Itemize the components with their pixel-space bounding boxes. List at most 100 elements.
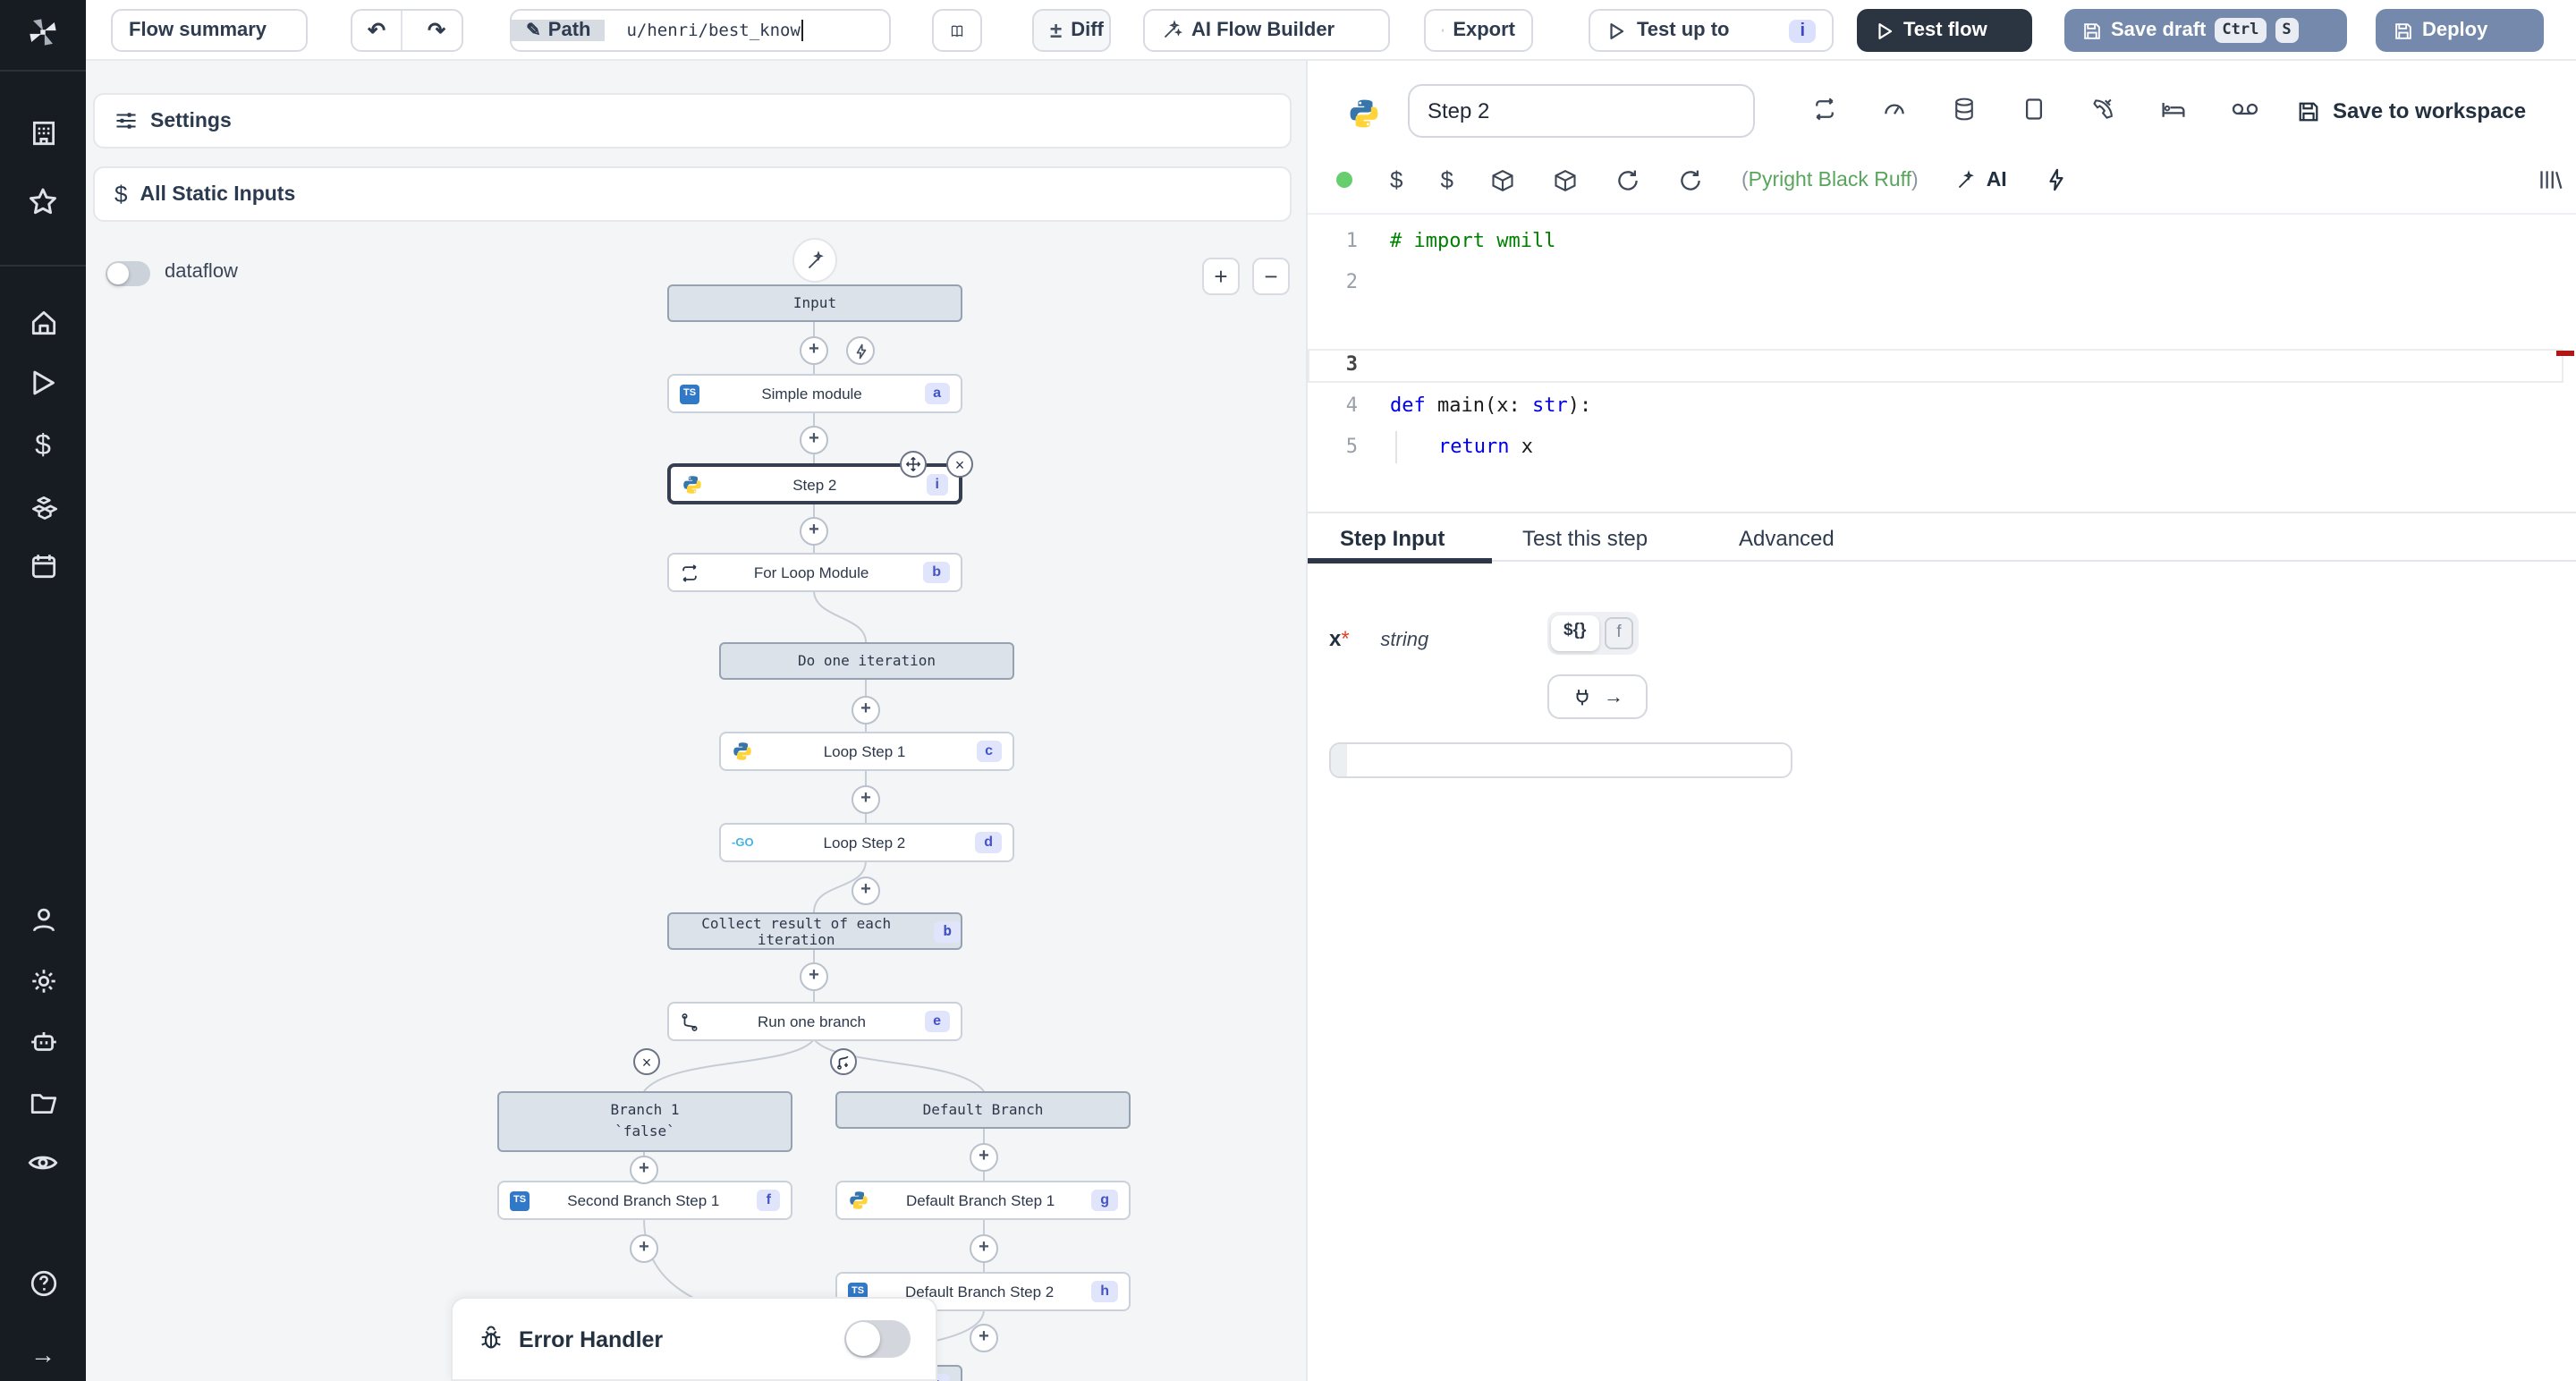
ai-flow-builder-button[interactable]: AI Flow Builder: [1143, 9, 1390, 52]
node-label: Simple module: [699, 385, 924, 402]
sidebar-item-audit-logs[interactable]: [0, 1138, 86, 1188]
tab-step-input[interactable]: Step Input: [1340, 526, 1445, 551]
sidebar-item-schedules[interactable]: [0, 540, 86, 590]
flow-node-branch-1[interactable]: Branch 1 `false`: [497, 1091, 792, 1152]
lint-paren: ): [1911, 169, 1919, 191]
error-handler-bar[interactable]: Error Handler: [451, 1297, 937, 1381]
diff-button[interactable]: ± Diff: [1032, 9, 1111, 52]
reload-icon[interactable]: [1679, 167, 1704, 192]
branch-icon: [680, 1012, 699, 1031]
flow-node-loop-step-2[interactable]: -GO Loop Step 2 d: [719, 823, 1014, 862]
connect-input-button[interactable]: →: [1547, 674, 1648, 719]
error-handler-toggle[interactable]: [844, 1320, 911, 1358]
python-icon: [1347, 97, 1381, 131]
path-input[interactable]: u/henri/best_know: [614, 20, 816, 41]
variables-icon[interactable]: $: [1440, 166, 1453, 193]
bolt-icon[interactable]: [2045, 168, 2068, 191]
sidebar-item-runs[interactable]: [0, 358, 86, 408]
suspend-phone-icon[interactable]: [2091, 97, 2116, 122]
path-label-section[interactable]: ✎ Path: [512, 20, 605, 41]
ai-assistant-button[interactable]: AI: [1956, 169, 2007, 191]
flow-node-run-one-branch[interactable]: Run one branch e: [667, 1002, 962, 1041]
save-icon: [2082, 21, 2102, 40]
add-step-button[interactable]: +: [630, 1156, 658, 1184]
lint-status[interactable]: (Pyright Black Ruff): [1741, 169, 1919, 191]
reload-icon[interactable]: [1616, 167, 1641, 192]
add-step-button[interactable]: +: [852, 785, 880, 814]
branch-add-icon: [835, 1054, 852, 1070]
flow-node-loop-step-1[interactable]: Loop Step 1 c: [719, 732, 1014, 771]
sleep-icon[interactable]: [2161, 97, 2186, 122]
code-editor[interactable]: 1 2 3 4 5 # import wmill def main(x: str…: [1308, 215, 2576, 512]
retries-icon[interactable]: [1812, 97, 1837, 122]
delete-step-button[interactable]: ×: [946, 451, 973, 478]
save-icon: [2394, 21, 2413, 40]
sidebar-item-workspace[interactable]: [0, 107, 86, 157]
add-step-button[interactable]: +: [800, 517, 828, 546]
dollar-icon: $: [35, 431, 51, 463]
flow-canvas[interactable]: Settings $ All Static Inputs dataflow + …: [86, 61, 1306, 1381]
docs-button[interactable]: [932, 9, 982, 52]
ai-wand-button[interactable]: [792, 238, 837, 283]
undo-button[interactable]: ↶: [352, 11, 402, 50]
redo-button[interactable]: ↷: [411, 11, 462, 50]
add-step-button[interactable]: +: [852, 877, 880, 905]
sidebar-item-folders[interactable]: [0, 1077, 86, 1127]
windmill-logo[interactable]: [0, 7, 86, 57]
add-step-button[interactable]: +: [630, 1234, 658, 1263]
assets-icon[interactable]: $: [1390, 166, 1402, 193]
flow-node-do-one-iteration[interactable]: Do one iteration: [719, 642, 1014, 680]
sidebar-item-resources[interactable]: [0, 483, 86, 533]
gauge-icon[interactable]: [1882, 97, 1907, 122]
arg-value-input[interactable]: [1329, 742, 1792, 778]
sidebar-item-help[interactable]: [0, 1258, 86, 1308]
test-flow-button[interactable]: Test flow: [1857, 9, 2032, 52]
add-step-button[interactable]: +: [800, 336, 828, 365]
add-branch-button[interactable]: [830, 1048, 857, 1075]
package-icon[interactable]: [1554, 167, 1579, 192]
plus-icon: +: [809, 968, 819, 986]
node-id-badge: g: [1091, 1190, 1118, 1211]
template-mode-chip[interactable]: ${}: [1551, 615, 1598, 652]
mock-voicemail-icon[interactable]: [2231, 97, 2259, 122]
flow-node-simple-module[interactable]: TS Simple module a: [667, 374, 962, 413]
sidebar-item-workers[interactable]: [0, 1016, 86, 1066]
package-icon[interactable]: [1491, 167, 1516, 192]
flow-node-second-branch-step-1[interactable]: TS Second Branch Step 1 f: [497, 1181, 792, 1220]
step-title-input[interactable]: [1408, 84, 1755, 138]
export-button[interactable]: Export: [1424, 9, 1533, 52]
save-draft-button[interactable]: Save draft Ctrl S: [2064, 9, 2347, 52]
remove-branch-button[interactable]: ×: [633, 1048, 660, 1075]
add-step-button[interactable]: +: [852, 696, 880, 724]
sidebar-item-favorites[interactable]: [0, 177, 86, 227]
flow-node-for-loop[interactable]: For Loop Module b: [667, 553, 962, 592]
flow-node-default-branch-step-1[interactable]: Default Branch Step 1 g: [835, 1181, 1131, 1220]
tab-advanced[interactable]: Advanced: [1739, 526, 1835, 551]
tab-test-this-step[interactable]: Test this step: [1522, 526, 1648, 551]
sidebar-item-home[interactable]: [0, 297, 86, 347]
concurrency-icon[interactable]: [2021, 97, 2046, 122]
test-up-to-button[interactable]: Test up to i: [1589, 9, 1834, 52]
library-panel-icon[interactable]: [2538, 168, 2563, 191]
flow-node-input[interactable]: Input: [667, 284, 962, 322]
flow-node-default-branch[interactable]: Default Branch: [835, 1091, 1131, 1129]
move-step-button[interactable]: [900, 451, 927, 478]
sidebar-expand-button[interactable]: →: [0, 1329, 86, 1379]
add-step-button[interactable]: +: [800, 426, 828, 454]
deploy-button[interactable]: Deploy: [2376, 9, 2544, 52]
close-icon: ×: [642, 1053, 652, 1071]
code-text: x: [1510, 435, 1534, 458]
sidebar-item-variables[interactable]: $: [0, 422, 86, 472]
add-step-button[interactable]: +: [970, 1234, 998, 1263]
add-step-button[interactable]: +: [800, 962, 828, 991]
save-to-workspace-button[interactable]: Save to workspace: [2297, 98, 2526, 123]
sidebar-item-users[interactable]: [0, 894, 86, 945]
cache-database-icon[interactable]: [1952, 97, 1977, 122]
flow-summary-button[interactable]: Flow summary: [111, 9, 308, 52]
flow-node-collect-result[interactable]: Collect result of each iteration b: [667, 912, 962, 950]
add-trigger-button[interactable]: [846, 336, 875, 365]
add-step-button[interactable]: +: [970, 1143, 998, 1172]
sidebar-item-settings[interactable]: [0, 955, 86, 1005]
add-step-button[interactable]: +: [970, 1324, 998, 1352]
function-mode-chip[interactable]: f: [1604, 617, 1633, 650]
